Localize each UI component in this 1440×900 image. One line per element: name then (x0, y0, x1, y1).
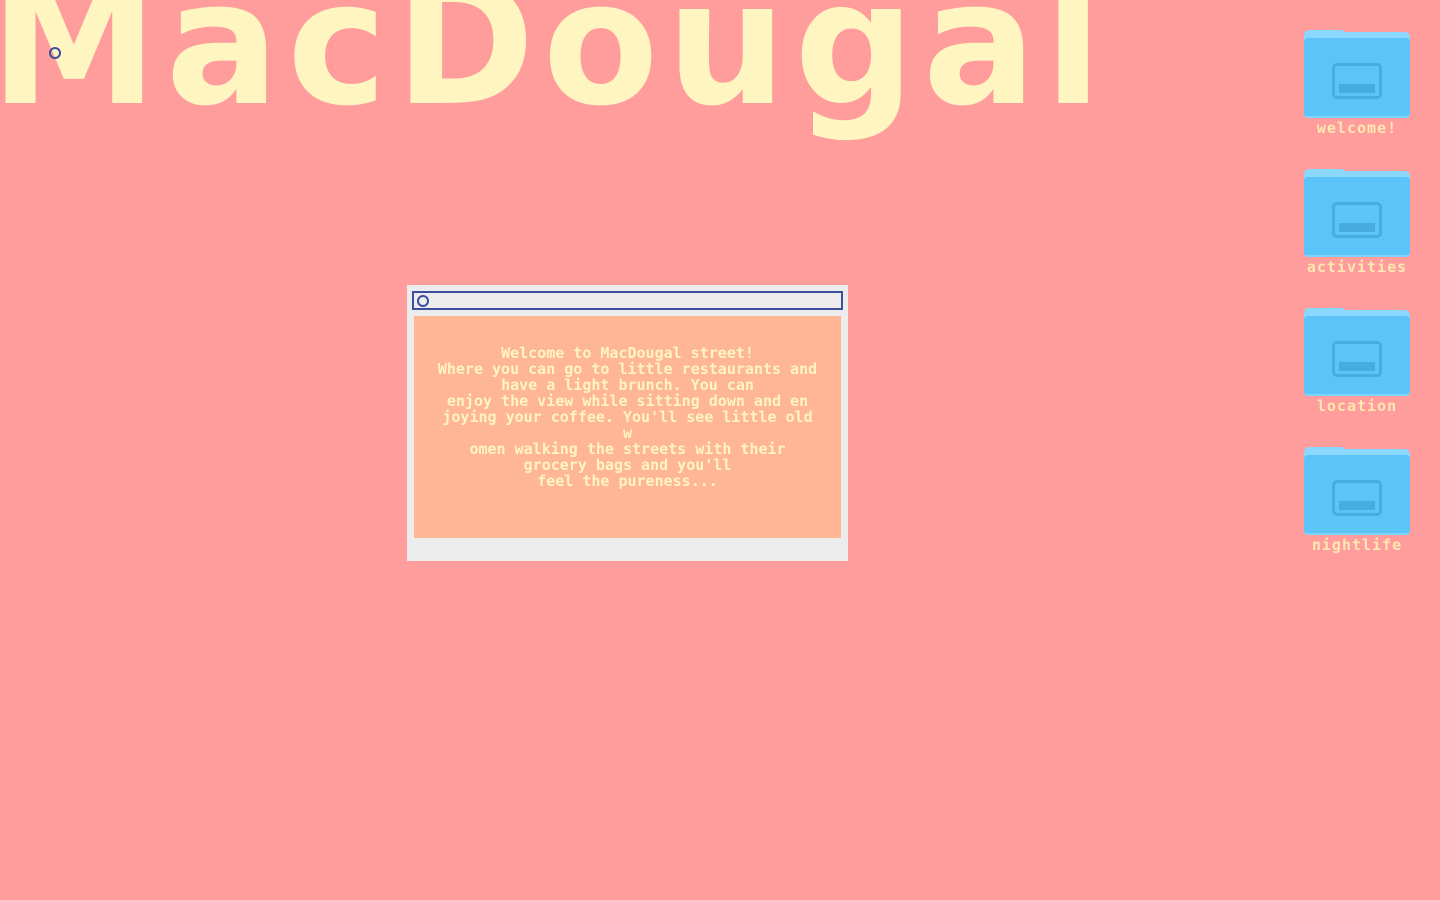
cursor-dot-icon (49, 47, 61, 59)
folder-location[interactable]: location (1292, 308, 1422, 447)
folder-label[interactable]: welcome! (1292, 119, 1422, 137)
folder-welcome[interactable]: welcome! (1292, 30, 1422, 169)
folder-icon[interactable] (1304, 169, 1410, 257)
folder-label[interactable]: activities (1292, 258, 1422, 276)
welcome-window: Welcome to MacDougal street! Where you c… (407, 285, 848, 561)
folder-activities[interactable]: activities (1292, 169, 1422, 308)
folder-nightlife[interactable]: nightlife (1292, 447, 1422, 586)
desktop: MacDougal welcome! activities location n… (0, 0, 1440, 900)
window-content: Welcome to MacDougal street! Where you c… (414, 316, 841, 538)
folder-icon[interactable] (1304, 308, 1410, 396)
folder-icon[interactable] (1304, 30, 1410, 118)
site-title: MacDougal (0, 0, 1110, 144)
folder-icon[interactable] (1304, 447, 1410, 535)
desktop-icons: welcome! activities location nightlife (1292, 30, 1422, 586)
window-titlebar[interactable] (412, 291, 843, 310)
folder-label[interactable]: nightlife (1292, 536, 1422, 554)
welcome-text: Welcome to MacDougal street! Where you c… (437, 344, 818, 490)
folder-label[interactable]: location (1292, 397, 1422, 415)
circle-close-icon[interactable] (417, 295, 429, 307)
